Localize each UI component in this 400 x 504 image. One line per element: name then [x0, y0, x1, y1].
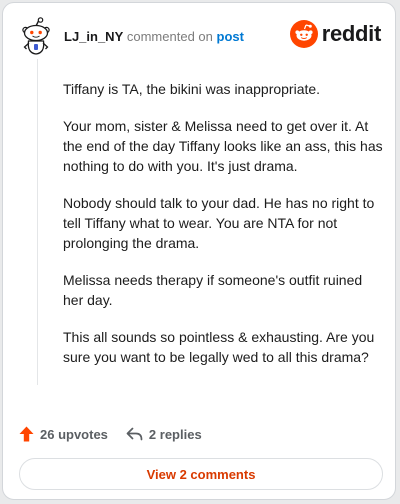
comment-action-text: commented on: [126, 29, 213, 44]
comment-paragraph: Tiffany is TA, the bikini was inappropri…: [63, 81, 321, 97]
comment-header: LJ_in_NY commented on post reddit: [19, 17, 381, 57]
upvote-arrow-icon: [19, 426, 34, 442]
avatar-icon[interactable]: [19, 17, 53, 55]
view-comments-button[interactable]: View 2 comments: [19, 458, 383, 490]
reddit-logo-icon: [289, 20, 318, 48]
comment-card: LJ_in_NY commented on post reddit Tiffan…: [2, 2, 396, 500]
comment-footer: 26 upvotes 2 replies: [19, 423, 202, 445]
author-username[interactable]: LJ_in_NY: [64, 29, 123, 44]
replies-count: 2 replies: [148, 426, 202, 442]
upvote-button[interactable]: 26 upvotes: [19, 426, 108, 442]
comment-paragraph: Melissa needs therapy if someone's outfi…: [63, 272, 363, 308]
reddit-brand[interactable]: reddit: [289, 19, 382, 49]
comment-body: Tiffany is TA, the bikini was inappropri…: [63, 79, 383, 384]
comment-paragraph: Your mom, sister & Melissa need to get o…: [63, 118, 383, 174]
replies-button[interactable]: 2 replies: [126, 427, 202, 442]
comment-paragraph: Nobody should talk to your dad. He has n…: [63, 195, 375, 251]
post-link[interactable]: post: [217, 29, 244, 44]
reply-arrow-icon: [126, 427, 143, 441]
thread-line: [37, 59, 38, 385]
reddit-wordmark: reddit: [321, 21, 382, 46]
comment-paragraph: This all sounds so pointless & exhaustin…: [63, 329, 375, 365]
upvote-count: 26 upvotes: [40, 426, 108, 442]
comment-meta: LJ_in_NY commented on post: [64, 29, 244, 45]
